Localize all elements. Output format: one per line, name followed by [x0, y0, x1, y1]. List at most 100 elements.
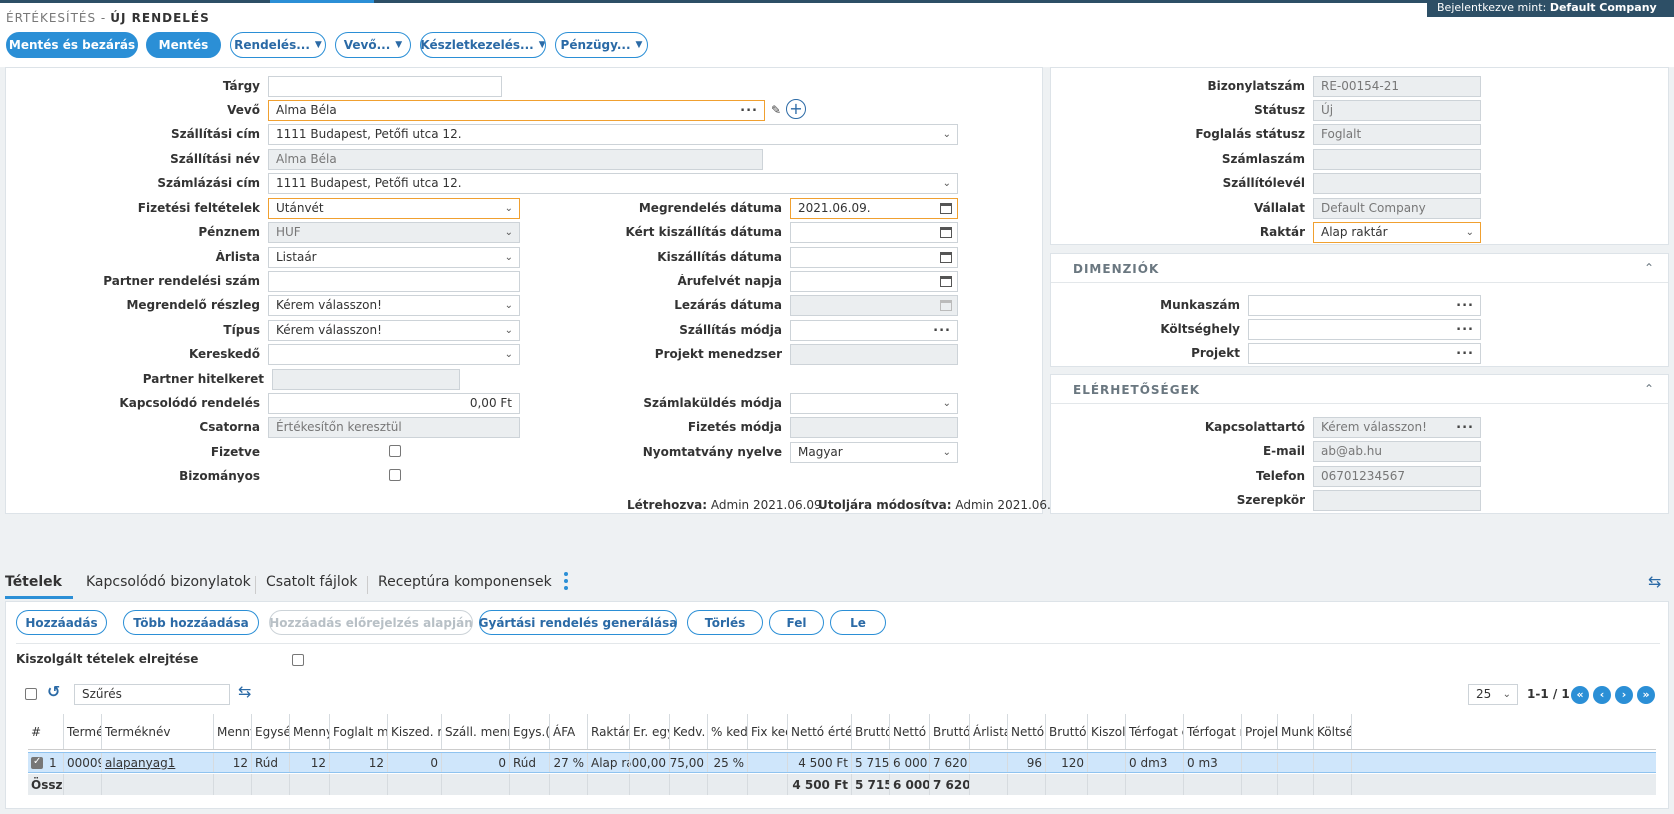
page-header: ÉRTÉKESÍTÉS - ÚJ RENDELÉS Mentés és bezár…: [0, 3, 1674, 67]
first-page-icon[interactable]: «: [1571, 686, 1589, 704]
cost-input[interactable]: ...: [1248, 319, 1481, 340]
chevron-up-icon[interactable]: ⌃: [1644, 261, 1654, 275]
grid-header-cell: Kedv.: [673, 724, 706, 739]
ship-addr-select[interactable]: 1111 Budapest, Petőfi utca 12. ⌄: [268, 124, 958, 145]
role-input[interactable]: [1313, 490, 1481, 511]
dept-select[interactable]: Kérem válasszon! ⌄: [268, 295, 520, 316]
grid-header-cell-wrap: Térfogat m: [1184, 714, 1242, 749]
move-down-button[interactable]: Le: [830, 610, 886, 635]
lookup-dots-icon[interactable]: ...: [933, 321, 951, 337]
print-lang-select[interactable]: Magyar ⌄: [790, 442, 958, 463]
status-input[interactable]: Új: [1313, 100, 1481, 121]
calendar-icon[interactable]: [940, 252, 952, 263]
delivery-date-input[interactable]: [790, 247, 958, 268]
table-cell[interactable]: alapanyag1: [105, 756, 175, 770]
total-cell: 4 500 Ft: [792, 777, 848, 792]
pricelist-select[interactable]: Listaár ⌄: [268, 247, 520, 268]
swap-columns-icon[interactable]: ⇆: [238, 682, 251, 701]
grid-header-cell-wrap: Raktár: [588, 714, 630, 749]
table-row[interactable]: 100009alapanyag112Rúd121200Rúd27 %Alap r…: [28, 752, 1656, 773]
select-all-checkbox[interactable]: [25, 688, 37, 700]
linked-order-input[interactable]: 0,00 Ft: [268, 393, 520, 414]
close-date-input[interactable]: [790, 295, 958, 316]
ship-method-input[interactable]: ...: [790, 320, 958, 341]
lookup-dots-icon[interactable]: ...: [1456, 320, 1474, 336]
stock-menu-button[interactable]: Készletkezelés... ▼: [420, 32, 546, 58]
lookup-dots-icon[interactable]: ...: [1456, 296, 1474, 312]
row-checkbox[interactable]: [31, 756, 43, 769]
breadcrumb-root[interactable]: ÉRTÉKESÍTÉS -: [6, 11, 106, 25]
channel-input[interactable]: Értékesítőn keresztül: [268, 417, 520, 438]
tab-linked-docs[interactable]: Kapcsolódó bizonylatok: [86, 574, 251, 590]
contact-input[interactable]: Kérem válasszon!...: [1313, 417, 1481, 438]
prev-page-icon[interactable]: ‹: [1593, 686, 1611, 704]
pickup-input[interactable]: [790, 271, 958, 292]
calendar-icon[interactable]: [940, 276, 952, 287]
page-size-select[interactable]: 25 ⌄: [1468, 684, 1518, 705]
grid-header-cell-wrap: Egys.(: [510, 714, 550, 749]
total-cell-wrap: [1126, 774, 1184, 795]
edit-icon[interactable]: ✎: [771, 103, 781, 117]
more-options-icon[interactable]: [564, 572, 568, 593]
ship-name-input[interactable]: Alma Béla: [268, 149, 763, 170]
generate-production-button[interactable]: Gyártási rendelés generálása: [479, 610, 677, 635]
bill-addr-select[interactable]: 1111 Budapest, Petőfi utca 12. ⌄: [268, 173, 958, 194]
email-input[interactable]: ab@ab.hu: [1313, 441, 1481, 462]
grid-header-cell: Költsé: [1317, 724, 1352, 739]
trader-select[interactable]: ⌄: [268, 344, 520, 365]
calendar-icon[interactable]: [940, 227, 952, 238]
add-customer-icon[interactable]: +: [786, 99, 806, 119]
pay-method-input[interactable]: [790, 417, 958, 438]
add-forecast-button[interactable]: Hozzáadás előrejelzés alapján: [269, 610, 473, 635]
tab-items[interactable]: Tételek: [5, 574, 62, 590]
subject-input[interactable]: [268, 76, 502, 97]
add-item-button[interactable]: Hozzáadás: [16, 610, 107, 635]
job-input[interactable]: ...: [1248, 295, 1481, 316]
payment-terms-select[interactable]: Utánvét ⌄: [268, 198, 520, 219]
role-label: Szerepkör: [1236, 493, 1305, 507]
lookup-dots-icon[interactable]: ...: [740, 101, 758, 117]
project-input[interactable]: ...: [1248, 343, 1481, 364]
pm-input[interactable]: [790, 344, 958, 365]
invoice-send-select[interactable]: ⌄: [790, 393, 958, 414]
dimensions-panel: DIMENZIÓK ⌃ Munkaszám ... Költséghely ..…: [1050, 253, 1669, 367]
type-select[interactable]: Kérem válasszon! ⌄: [268, 320, 520, 341]
partner-order-input[interactable]: [268, 271, 520, 292]
calendar-icon[interactable]: [940, 203, 952, 214]
last-page-icon[interactable]: »: [1637, 686, 1655, 704]
hide-served-checkbox[interactable]: [292, 654, 304, 666]
tab-attachments[interactable]: Csatolt fájlok: [266, 574, 358, 590]
credit-input[interactable]: [272, 369, 460, 390]
currency-select[interactable]: HUF ⌄: [268, 222, 520, 243]
finance-menu-button[interactable]: Pénzügy... ▼: [555, 32, 648, 58]
close-date-label: Lezárás dátuma: [674, 298, 782, 312]
order-menu-button[interactable]: Rendelés... ▼: [230, 32, 326, 58]
save-button[interactable]: Mentés: [146, 32, 221, 58]
delete-button[interactable]: Törlés: [687, 610, 763, 635]
phone-input[interactable]: 06701234567: [1313, 466, 1481, 487]
lookup-dots-icon[interactable]: ...: [1456, 418, 1474, 434]
req-delivery-input[interactable]: [790, 222, 958, 243]
docnum-input[interactable]: RE-00154-21: [1313, 76, 1481, 97]
customer-input[interactable]: Alma Béla...: [268, 100, 765, 121]
lookup-dots-icon[interactable]: ...: [1456, 344, 1474, 360]
booking-input[interactable]: Foglalt: [1313, 124, 1481, 145]
swap-icon[interactable]: ⇆: [1648, 572, 1661, 591]
order-date-input[interactable]: 2021.06.09.: [790, 198, 958, 219]
add-multiple-button[interactable]: Több hozzáadása: [123, 610, 259, 635]
next-page-icon[interactable]: ›: [1615, 686, 1633, 704]
save-close-button[interactable]: Mentés és bezárás: [6, 32, 138, 58]
warehouse-select[interactable]: Alap raktár ⌄: [1313, 222, 1481, 243]
invoice-num-input[interactable]: [1313, 149, 1481, 170]
refresh-icon[interactable]: ↺: [47, 682, 60, 701]
commission-checkbox[interactable]: [389, 469, 401, 481]
delnote-input[interactable]: [1313, 173, 1481, 194]
move-up-button[interactable]: Fel: [769, 610, 824, 635]
company-input[interactable]: Default Company: [1313, 198, 1481, 219]
tab-recipe[interactable]: Receptúra komponensek: [378, 574, 552, 590]
chevron-up-icon[interactable]: ⌃: [1644, 382, 1654, 396]
grid-header-cell-wrap: Egysé: [252, 714, 290, 749]
paid-checkbox[interactable]: [389, 445, 401, 457]
customer-menu-button[interactable]: Vevő... ▼: [335, 32, 411, 58]
filter-input[interactable]: Szűrés: [74, 684, 230, 705]
